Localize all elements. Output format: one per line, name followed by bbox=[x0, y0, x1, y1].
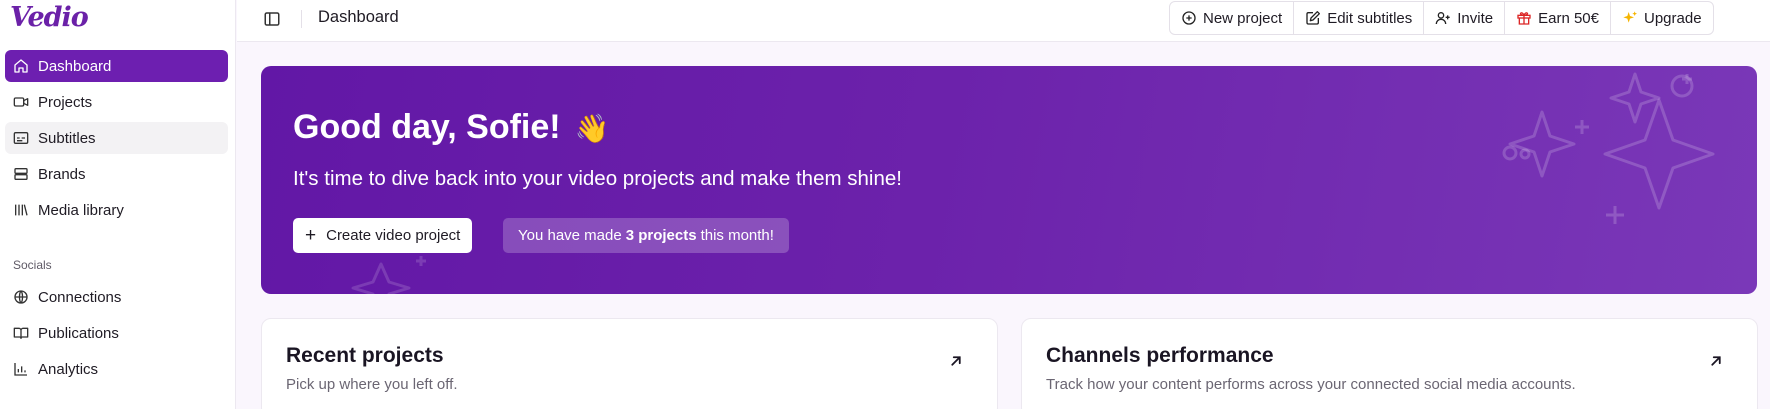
sidebar-item-publications[interactable]: Publications bbox=[5, 317, 228, 349]
invite-label: Invite bbox=[1457, 9, 1494, 27]
layers-icon bbox=[13, 166, 29, 182]
channels-performance-card: Channels performance Track how your cont… bbox=[1021, 318, 1758, 409]
projects-count-badge: You have made 3 projects this month! bbox=[503, 218, 789, 253]
create-video-project-button[interactable]: + Create video project bbox=[293, 218, 473, 253]
sidebar-item-brands[interactable]: Brands bbox=[5, 158, 228, 190]
waving-hand-emoji: 👋 bbox=[574, 113, 610, 144]
stars-decoration bbox=[1502, 72, 1715, 224]
recent-projects-title: Recent projects bbox=[286, 344, 444, 367]
video-icon bbox=[13, 94, 29, 110]
greeting-heading: Good day, Sofie! 👋 bbox=[293, 108, 609, 147]
sidebar: Vedio Dashboard Projects Subtitles Brand… bbox=[0, 0, 236, 409]
channels-performance-subtitle: Track how your content performs across y… bbox=[1046, 376, 1576, 393]
new-project-button[interactable]: New project bbox=[1170, 2, 1295, 34]
greeting-text: Good day, Sofie! bbox=[293, 108, 561, 146]
create-video-project-label: Create video project bbox=[326, 227, 461, 244]
sidebar-item-subtitles[interactable]: Subtitles bbox=[5, 122, 228, 154]
stat-suffix: this month! bbox=[700, 227, 774, 244]
recent-projects-card: Recent projects Pick up where you left o… bbox=[261, 318, 998, 409]
edit-subtitles-button[interactable]: Edit subtitles bbox=[1294, 2, 1425, 34]
sidebar-item-label: Media library bbox=[38, 201, 124, 219]
book-open-icon bbox=[13, 325, 29, 341]
welcome-banner: Good day, Sofie! 👋 It's time to dive back… bbox=[261, 66, 1757, 294]
sidebar-item-media-library[interactable]: Media library bbox=[5, 194, 228, 226]
top-bar: Dashboard New project Edit subtitles Inv… bbox=[237, 0, 1770, 42]
welcome-subtitle: It's time to dive back into your video p… bbox=[293, 167, 902, 190]
subtitles-icon bbox=[13, 130, 29, 146]
sidebar-item-label: Connections bbox=[38, 288, 122, 306]
plus-icon: + bbox=[305, 225, 317, 246]
library-icon bbox=[13, 202, 29, 218]
earn-label: Earn 50€ bbox=[1538, 9, 1599, 27]
plus-circle-icon bbox=[1181, 10, 1197, 26]
gift-icon bbox=[1516, 10, 1532, 26]
socials-section-label: Socials bbox=[13, 258, 52, 272]
sidebar-item-label: Subtitles bbox=[38, 129, 96, 147]
home-icon bbox=[13, 58, 29, 74]
arrow-up-right-icon[interactable] bbox=[1707, 352, 1725, 370]
bar-chart-icon bbox=[13, 361, 29, 377]
header-actions: New project Edit subtitles Invite Earn 5… bbox=[1169, 1, 1714, 35]
sparkle-icon bbox=[1622, 10, 1638, 26]
edit-subtitles-label: Edit subtitles bbox=[1327, 9, 1413, 27]
sidebar-item-label: Brands bbox=[38, 165, 86, 183]
upgrade-button[interactable]: Upgrade bbox=[1611, 2, 1713, 34]
sidebar-item-label: Analytics bbox=[38, 360, 99, 378]
new-project-label: New project bbox=[1203, 9, 1283, 27]
arrow-up-right-icon[interactable] bbox=[947, 352, 965, 370]
channels-performance-title: Channels performance bbox=[1046, 344, 1274, 367]
upgrade-label: Upgrade bbox=[1644, 9, 1702, 27]
earn-button[interactable]: Earn 50€ bbox=[1505, 2, 1611, 34]
sidebar-item-connections[interactable]: Connections bbox=[5, 281, 228, 313]
user-plus-icon bbox=[1435, 10, 1451, 26]
stat-count: 3 projects bbox=[625, 227, 697, 244]
sidebar-item-label: Projects bbox=[38, 93, 93, 111]
recent-projects-subtitle: Pick up where you left off. bbox=[286, 376, 458, 393]
sidebar-item-label: Publications bbox=[38, 324, 119, 342]
edit-icon bbox=[1305, 10, 1321, 26]
globe-icon bbox=[13, 289, 29, 305]
toolbar-divider bbox=[301, 10, 302, 28]
page-title: Dashboard bbox=[318, 8, 399, 26]
sidebar-item-analytics[interactable]: Analytics bbox=[5, 353, 228, 385]
sidebar-item-label: Dashboard bbox=[38, 57, 112, 75]
invite-button[interactable]: Invite bbox=[1424, 2, 1506, 34]
sidebar-item-projects[interactable]: Projects bbox=[5, 86, 228, 118]
stat-prefix: You have made bbox=[518, 227, 622, 244]
sidebar-toggle-icon[interactable] bbox=[263, 10, 281, 28]
brand-logo[interactable]: Vedio bbox=[10, 2, 89, 33]
sidebar-item-dashboard[interactable]: Dashboard bbox=[5, 50, 228, 82]
